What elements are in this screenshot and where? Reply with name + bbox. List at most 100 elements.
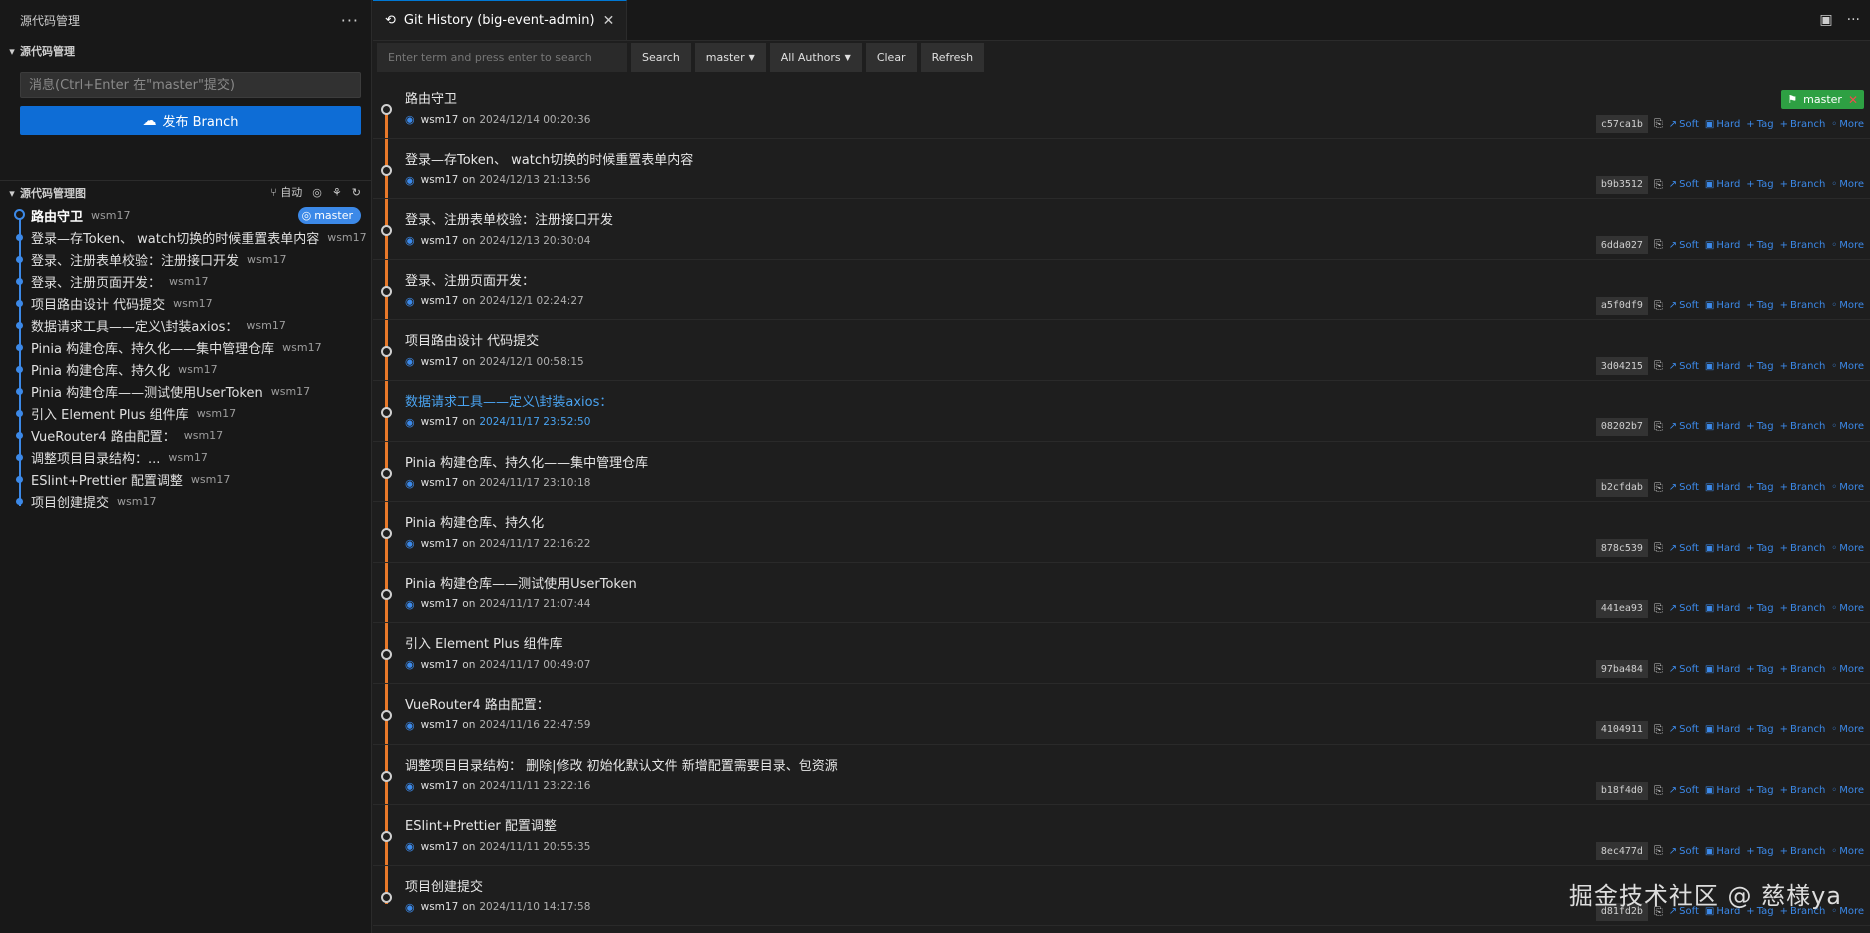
more-button[interactable]: ◦ More <box>1831 300 1864 311</box>
refresh-button[interactable]: Refresh <box>920 43 985 72</box>
soft-reset-button[interactable]: ↗ Soft <box>1669 846 1699 857</box>
soft-reset-button[interactable]: ↗ Soft <box>1669 119 1699 130</box>
commit-row[interactable]: 登录、注册页面开发： ◉ wsm17 on 2024/12/1 02:24:27 a5f0… <box>373 260 1870 321</box>
add-tag-button[interactable]: + Tag <box>1746 664 1773 675</box>
more-button[interactable]: ◦ More <box>1831 846 1864 857</box>
target-icon[interactable]: ◎ <box>312 186 322 199</box>
more-button[interactable]: ◦ More <box>1831 543 1864 554</box>
commit-message[interactable]: 登录、注册表单校验：注册接口开发 <box>405 209 613 228</box>
add-branch-button[interactable]: + Branch <box>1780 603 1826 614</box>
graph-commit-item[interactable]: 数据请求工具——定义\封装axios： wsm17 <box>0 314 371 336</box>
commit-row[interactable]: 数据请求工具——定义\封装axios： ◉ wsm17 on 2024/11/17 23… <box>373 381 1870 442</box>
commit-message-input[interactable] <box>29 77 352 93</box>
commit-author[interactable]: wsm17 <box>421 719 459 731</box>
commit-hash[interactable]: c57ca1b <box>1595 115 1648 133</box>
commit-message[interactable]: 项目创建提交 <box>405 876 483 895</box>
add-tag-button[interactable]: + Tag <box>1746 179 1773 190</box>
add-branch-button[interactable]: + Branch <box>1780 724 1826 735</box>
commit-hash[interactable]: 08202b7 <box>1595 417 1648 436</box>
commit-author[interactable]: wsm17 <box>421 538 459 550</box>
hard-reset-button[interactable]: ▣ Hard <box>1705 543 1740 554</box>
add-branch-button[interactable]: + Branch <box>1780 543 1826 554</box>
hard-reset-button[interactable]: ▣ Hard <box>1705 846 1740 857</box>
graph-commit-item[interactable]: 路由守卫 wsm17 ◎ master <box>0 204 371 226</box>
commit-hash[interactable]: b18f4d0 <box>1595 781 1648 800</box>
soft-reset-button[interactable]: ↗ Soft <box>1669 724 1699 735</box>
copy-icon[interactable]: ⎘ <box>1654 238 1663 252</box>
eye-icon[interactable]: ◉ <box>405 174 415 187</box>
graph-commit-item[interactable]: Pinia 构建仓库——测试使用UserToken wsm17 <box>0 380 371 402</box>
search-box[interactable] <box>377 43 627 72</box>
soft-reset-button[interactable]: ↗ Soft <box>1669 603 1699 614</box>
close-icon[interactable]: ✕ <box>603 13 615 29</box>
add-tag-button[interactable]: + Tag <box>1746 785 1773 796</box>
commit-row[interactable]: 调整项目目录结构： 删除|修改 初始化默认文件 新增配置需要目录、包资源 ◉ wsm… <box>373 745 1870 806</box>
commit-message[interactable]: 引入 Element Plus 组件库 <box>405 633 563 652</box>
graph-commit-item[interactable]: 项目路由设计 代码提交 wsm17 <box>0 292 371 314</box>
soft-reset-button[interactable]: ↗ Soft <box>1669 421 1699 432</box>
add-tag-button[interactable]: + Tag <box>1746 421 1773 432</box>
add-tag-button[interactable]: + Tag <box>1746 724 1773 735</box>
eye-icon[interactable]: ◉ <box>405 840 415 853</box>
fetch-icon[interactable]: ⚘ <box>332 186 342 199</box>
commit-message-box[interactable] <box>20 72 361 98</box>
copy-icon[interactable]: ⎘ <box>1654 117 1663 131</box>
eye-icon[interactable]: ◉ <box>405 598 415 611</box>
search-button[interactable]: Search <box>631 43 691 72</box>
more-button[interactable]: ◦ More <box>1831 724 1864 735</box>
hard-reset-button[interactable]: ▣ Hard <box>1705 179 1740 190</box>
authors-dropdown[interactable]: All Authors ▼ <box>769 43 862 72</box>
eye-icon[interactable]: ◉ <box>405 477 415 490</box>
source-control-section-header[interactable]: ▾ 源代码管理 <box>0 40 371 62</box>
commit-message[interactable]: ESlint+Prettier 配置调整 <box>405 815 557 834</box>
more-actions-icon[interactable]: ··· <box>1847 12 1860 28</box>
commit-hash[interactable]: 441ea93 <box>1595 599 1648 618</box>
commit-author[interactable]: wsm17 <box>421 295 459 307</box>
search-input[interactable] <box>388 51 616 64</box>
commit-message[interactable]: Pinia 构建仓库、持久化——集中管理仓库 <box>405 452 648 471</box>
copy-icon[interactable]: ⎘ <box>1654 662 1663 676</box>
eye-icon[interactable]: ◉ <box>405 234 415 247</box>
hard-reset-button[interactable]: ▣ Hard <box>1705 119 1740 130</box>
graph-commit-item[interactable]: Pinia 构建仓库、持久化——集中管理仓库 wsm17 <box>0 336 371 358</box>
commit-row[interactable]: VueRouter4 路由配置： ◉ wsm17 on 2024/11/16 22:47… <box>373 684 1870 745</box>
commit-author[interactable]: wsm17 <box>421 598 459 610</box>
eye-icon[interactable]: ◉ <box>405 355 415 368</box>
branch-dropdown[interactable]: master ▼ <box>694 43 766 72</box>
commit-message[interactable]: VueRouter4 路由配置： <box>405 694 550 713</box>
graph-commit-item[interactable]: 登录—存Token、 watch切换的时候重置表单内容 wsm17 <box>0 226 371 248</box>
commit-author[interactable]: wsm17 <box>421 901 459 913</box>
add-branch-button[interactable]: + Branch <box>1780 240 1826 251</box>
more-button[interactable]: ◦ More <box>1831 664 1864 675</box>
hard-reset-button[interactable]: ▣ Hard <box>1705 240 1740 251</box>
commit-hash[interactable]: b9b3512 <box>1595 175 1648 194</box>
copy-icon[interactable]: ⎘ <box>1654 541 1663 555</box>
hard-reset-button[interactable]: ▣ Hard <box>1705 361 1740 372</box>
copy-icon[interactable]: ⎘ <box>1654 299 1663 313</box>
add-tag-button[interactable]: + Tag <box>1746 240 1773 251</box>
more-button[interactable]: ◦ More <box>1831 421 1864 432</box>
soft-reset-button[interactable]: ↗ Soft <box>1669 300 1699 311</box>
more-button[interactable]: ◦ More <box>1831 603 1864 614</box>
graph-commit-item[interactable]: 登录、注册页面开发： wsm17 <box>0 270 371 292</box>
copy-icon[interactable]: ⎘ <box>1654 481 1663 495</box>
add-branch-button[interactable]: + Branch <box>1780 119 1826 130</box>
hard-reset-button[interactable]: ▣ Hard <box>1705 724 1740 735</box>
commit-author[interactable]: wsm17 <box>421 235 459 247</box>
commit-author[interactable]: wsm17 <box>421 356 459 368</box>
commit-message[interactable]: 登录、注册页面开发： <box>405 270 535 289</box>
graph-commit-item[interactable]: 项目创建提交 wsm17 <box>0 490 371 512</box>
eye-icon[interactable]: ◉ <box>405 780 415 793</box>
add-tag-button[interactable]: + Tag <box>1746 300 1773 311</box>
add-tag-button[interactable]: + Tag <box>1746 543 1773 554</box>
commit-message[interactable]: 登录—存Token、 watch切换的时候重置表单内容 <box>405 149 693 168</box>
copy-icon[interactable]: ⎘ <box>1654 844 1663 858</box>
soft-reset-button[interactable]: ↗ Soft <box>1669 543 1699 554</box>
soft-reset-button[interactable]: ↗ Soft <box>1669 361 1699 372</box>
commit-message[interactable]: 项目路由设计 代码提交 <box>405 330 539 349</box>
eye-icon[interactable]: ◉ <box>405 416 415 429</box>
commit-hash[interactable]: 8ec477d <box>1595 842 1648 861</box>
commit-author[interactable]: wsm17 <box>421 841 459 853</box>
add-tag-button[interactable]: + Tag <box>1746 482 1773 493</box>
eye-icon[interactable]: ◉ <box>405 537 415 550</box>
